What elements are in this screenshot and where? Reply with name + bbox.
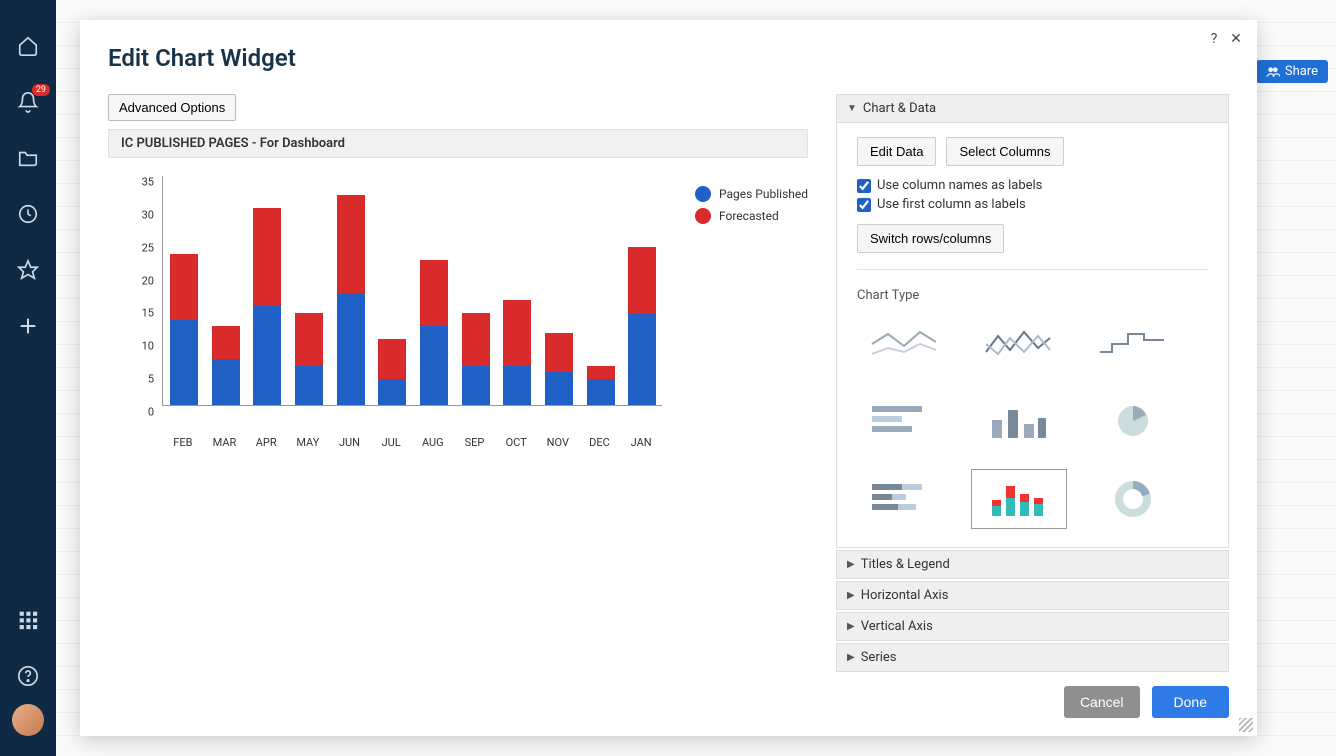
chevron-right-icon: ▶ [847, 590, 855, 601]
y-tick: 0 [148, 406, 154, 419]
x-label: AUG [422, 436, 444, 449]
bar-group [545, 333, 573, 405]
legend-swatch-published [695, 186, 711, 202]
use-first-col-checkbox[interactable] [857, 198, 871, 212]
bar-group [628, 247, 656, 405]
x-label: DEC [589, 436, 610, 449]
left-nav-sidebar: 29 [0, 0, 56, 756]
bar-group [253, 208, 281, 405]
use-col-names-checkbox-row[interactable]: Use column names as labels [857, 178, 1208, 193]
help-icon[interactable] [16, 664, 40, 688]
chevron-right-icon: ▶ [847, 559, 855, 570]
add-icon[interactable] [16, 314, 40, 338]
chart-title: IC PUBLISHED PAGES - For Dashboard [108, 129, 808, 158]
accordion-header-titles-legend[interactable]: ▶ Titles & Legend [837, 551, 1228, 578]
x-label: NOV [547, 436, 569, 449]
accordion-header-horizontal-axis[interactable]: ▶ Horizontal Axis [837, 582, 1228, 609]
accordion-chart-and-data: ▼ Chart & Data Edit Data Select Columns … [836, 94, 1229, 548]
apps-icon[interactable] [16, 608, 40, 632]
x-label: MAR [213, 436, 237, 449]
chart-preview: 0 5 10 15 20 25 30 35 FEB MAR APR MAY JUN JUL AUG SEP O… [128, 176, 808, 456]
x-label: JUL [382, 436, 401, 449]
bar-group [420, 260, 448, 405]
use-col-names-checkbox[interactable] [857, 179, 871, 193]
x-label: JUN [339, 436, 360, 449]
modal-help-icon[interactable]: ? [1205, 30, 1223, 48]
y-tick: 5 [148, 373, 154, 386]
share-label: Share [1285, 64, 1318, 79]
x-label: JAN [631, 436, 652, 449]
y-tick: 15 [142, 307, 154, 320]
y-tick: 30 [142, 208, 154, 221]
switch-rows-columns-button[interactable]: Switch rows/columns [857, 224, 1004, 253]
recent-icon[interactable] [16, 202, 40, 226]
accordion-header-series[interactable]: ▶ Series [837, 644, 1228, 671]
bar-group [170, 254, 198, 405]
bar-group [503, 300, 531, 405]
bar-group [337, 195, 365, 405]
share-button[interactable]: Share [1256, 60, 1328, 83]
edit-chart-widget-modal: ? ✕ Edit Chart Widget Advanced Options I… [80, 20, 1257, 736]
notifications-icon[interactable]: 29 [16, 90, 40, 114]
legend-label-published: Pages Published [719, 187, 808, 201]
accordion-header-chart-and-data[interactable]: ▼ Chart & Data [837, 95, 1228, 122]
chevron-right-icon: ▶ [847, 621, 855, 632]
chart-type-multi-line[interactable] [971, 313, 1067, 373]
x-label: OCT [506, 436, 527, 449]
chart-type-label: Chart Type [857, 288, 1208, 303]
x-label: FEB [173, 436, 192, 449]
chart-legend: Pages Published Forecasted [695, 186, 808, 230]
x-label: APR [256, 436, 277, 449]
chevron-right-icon: ▶ [847, 652, 855, 663]
bar-group [295, 313, 323, 405]
y-tick: 25 [142, 241, 154, 254]
modal-close-icon[interactable]: ✕ [1227, 30, 1245, 48]
chart-type-bar[interactable] [971, 391, 1067, 451]
bar-group [212, 326, 240, 405]
chart-type-step-line[interactable] [1085, 313, 1181, 373]
modal-title: Edit Chart Widget [108, 44, 1229, 72]
chevron-down-icon: ▼ [847, 103, 857, 114]
chart-type-pie[interactable] [1085, 391, 1181, 451]
resize-grip[interactable] [1239, 718, 1253, 732]
chart-type-stacked-bar[interactable] [971, 469, 1067, 529]
bar-group [587, 366, 615, 405]
bar-group [462, 313, 490, 405]
use-first-col-checkbox-row[interactable]: Use first column as labels [857, 197, 1208, 212]
cancel-button[interactable]: Cancel [1064, 686, 1140, 718]
folder-icon[interactable] [16, 146, 40, 170]
home-icon[interactable] [16, 34, 40, 58]
x-label: SEP [465, 436, 485, 449]
advanced-options-button[interactable]: Advanced Options [108, 94, 236, 121]
x-label: MAY [296, 436, 319, 449]
chart-type-line[interactable] [857, 313, 953, 373]
favorites-icon[interactable] [16, 258, 40, 282]
done-button[interactable]: Done [1152, 686, 1229, 718]
chart-type-donut[interactable] [1085, 469, 1181, 529]
chart-type-horizontal-bar[interactable] [857, 391, 953, 451]
y-tick: 35 [142, 176, 154, 189]
y-tick: 10 [142, 340, 154, 353]
edit-data-button[interactable]: Edit Data [857, 137, 936, 166]
avatar[interactable] [12, 704, 44, 736]
chart-type-stacked-horizontal-bar[interactable] [857, 469, 953, 529]
legend-swatch-forecasted [695, 208, 711, 224]
accordion-header-vertical-axis[interactable]: ▶ Vertical Axis [837, 613, 1228, 640]
legend-label-forecasted: Forecasted [719, 209, 779, 223]
notification-badge: 29 [32, 84, 50, 96]
select-columns-button[interactable]: Select Columns [946, 137, 1063, 166]
y-tick: 20 [142, 274, 154, 287]
bar-group [378, 339, 406, 405]
